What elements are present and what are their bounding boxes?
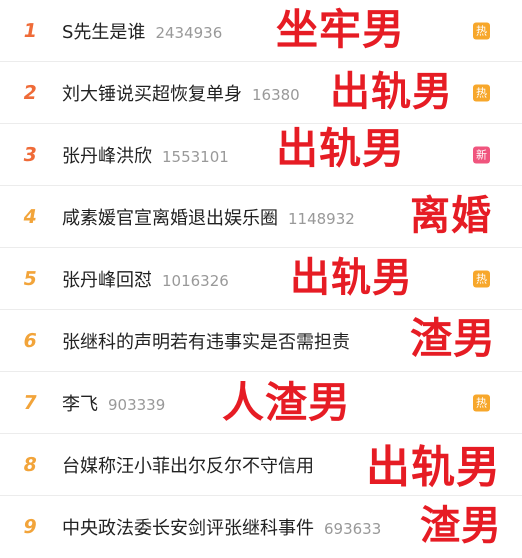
topic-title[interactable]: 张丹峰洪欣 1553101 [62, 142, 229, 168]
topic-title[interactable]: 李飞 903339 [62, 390, 165, 416]
heat-count: 1553101 [162, 147, 229, 166]
annotation-label: 离婚 [410, 193, 492, 239]
hot-search-list: 1 S先生是谁 2434936 热 2 刘大锤说买超恢复单身 16380 热 3 张… [0, 0, 522, 554]
hot-badge: 热 [473, 394, 490, 411]
topic-text: 李飞 [62, 393, 98, 415]
topic-text: 中央政法委长安剑评张继科事件 [62, 518, 314, 539]
annotation-label: 出轨男 [330, 69, 453, 115]
topic-title[interactable]: S先生是谁 2434936 [62, 18, 222, 44]
topic-text: 张丹峰洪欣 [62, 145, 152, 167]
topic-title[interactable]: 张丹峰回怼 1016326 [62, 266, 229, 292]
rank-number: 2 [21, 81, 39, 104]
annotation-label: 渣男 [410, 314, 497, 363]
annotation-label: 渣男 [420, 503, 502, 549]
annotation-label: 坐牢男 [276, 5, 406, 54]
heat-count: 903339 [108, 395, 166, 414]
hot-badge: 热 [473, 22, 490, 39]
topic-text: 刘大锤说买超恢复单身 [62, 83, 242, 105]
rank-number: 9 [21, 516, 39, 538]
heat-count: 1148932 [288, 209, 355, 228]
hot-badge: 热 [473, 84, 490, 101]
annotation-label: 出轨男 [366, 442, 501, 493]
heat-count: 693633 [324, 520, 382, 538]
topic-title[interactable]: 咸素媛官宣离婚退出娱乐圈 1148932 [62, 204, 355, 230]
heat-count: 2434936 [155, 23, 223, 42]
annotation-label: 人渣男 [222, 378, 352, 427]
topic-text: S先生是谁 [62, 21, 146, 43]
rank-number: 5 [21, 267, 39, 290]
topic-title[interactable]: 张继科的声明若有违事实是否需担责 [62, 328, 350, 354]
topic-text: 张继科的声明若有违事实是否需担责 [62, 331, 350, 353]
list-item[interactable]: 3 张丹峰洪欣 1553101 新 [0, 124, 522, 186]
hot-badge: 热 [473, 270, 490, 287]
rank-number: 1 [21, 19, 39, 42]
topic-title[interactable]: 台媒称汪小菲出尔反尔不守信用 [62, 452, 314, 478]
rank-number: 6 [21, 329, 39, 352]
new-badge: 新 [473, 146, 490, 163]
rank-number: 4 [21, 205, 39, 228]
heat-count: 16380 [252, 85, 300, 104]
annotation-label: 出轨男 [276, 124, 406, 173]
rank-number: 3 [21, 143, 39, 166]
annotation-label: 出轨男 [290, 255, 413, 301]
list-item[interactable]: 5 张丹峰回怼 1016326 热 [0, 248, 522, 310]
topic-title[interactable]: 刘大锤说买超恢复单身 16380 [62, 80, 300, 106]
rank-number: 8 [21, 453, 39, 476]
heat-count: 1016326 [162, 271, 229, 290]
topic-title[interactable]: 中央政法委长安剑评张继科事件 693633 [62, 514, 381, 540]
topic-text: 咸素媛官宣离婚退出娱乐圈 [62, 207, 278, 229]
topic-text: 张丹峰回怼 [62, 269, 152, 291]
topic-text: 台媒称汪小菲出尔反尔不守信用 [62, 455, 314, 477]
list-item[interactable]: 1 S先生是谁 2434936 热 [0, 0, 522, 62]
rank-number: 7 [21, 391, 39, 414]
